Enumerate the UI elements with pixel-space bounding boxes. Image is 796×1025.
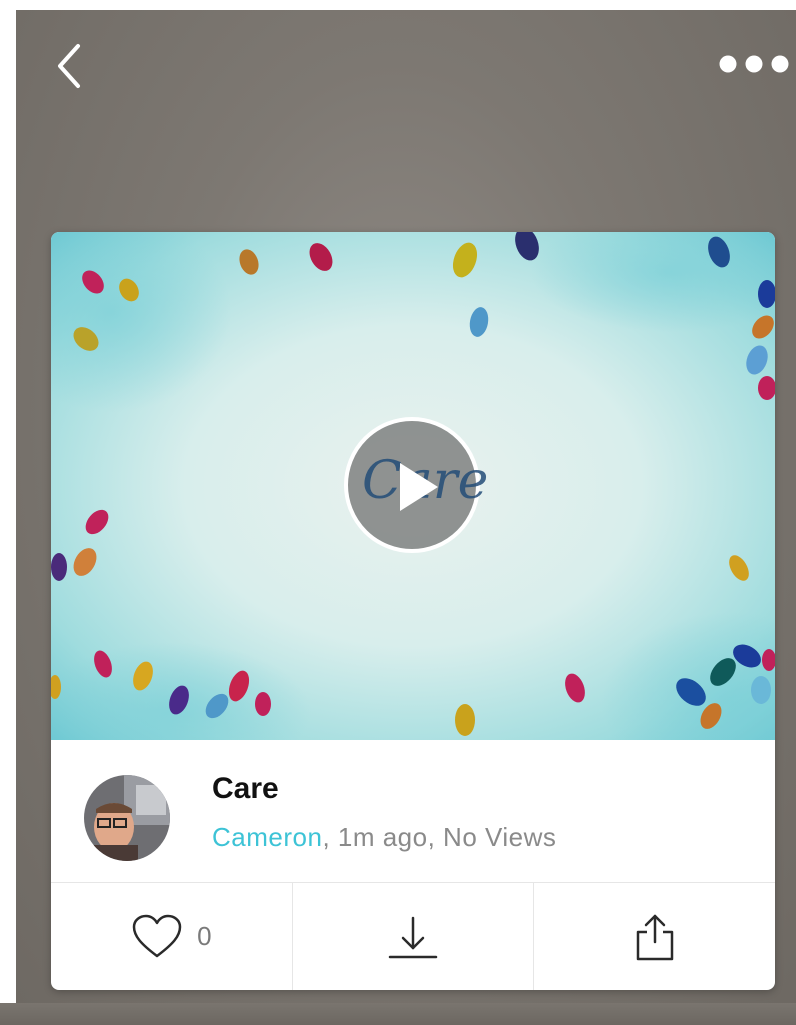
video-thumbnail[interactable]: Care — [51, 232, 775, 740]
download-icon — [388, 916, 438, 958]
video-title: Care — [212, 772, 279, 805]
left-edge — [0, 0, 16, 1025]
bottom-strip — [0, 1003, 796, 1025]
share-icon — [636, 914, 673, 960]
play-button[interactable]: Care — [344, 417, 488, 553]
share-button[interactable] — [533, 883, 775, 990]
video-meta-details: , 1m ago, No Views — [322, 822, 557, 852]
chevron-left-icon — [58, 44, 80, 88]
author-link[interactable]: Cameron — [212, 822, 322, 852]
video-info: Care Cameron, 1m ago, No Views — [51, 740, 775, 883]
download-button[interactable] — [291, 883, 534, 990]
play-icon — [400, 463, 438, 511]
screen: Care Care Cameron, 1m ago, No Views 0 — [0, 0, 796, 1025]
more-options-button[interactable] — [712, 48, 796, 80]
heart-icon — [132, 914, 182, 957]
video-meta: Cameron, 1m ago, No Views — [212, 822, 556, 853]
status-strip — [0, 0, 796, 10]
avatar[interactable] — [84, 775, 170, 861]
action-bar: 0 — [51, 883, 775, 990]
ellipsis-icon — [719, 55, 789, 73]
back-button[interactable] — [48, 36, 94, 96]
like-button[interactable]: 0 — [51, 883, 292, 990]
like-count: 0 — [197, 921, 212, 951]
video-card: Care Care Cameron, 1m ago, No Views 0 — [51, 232, 775, 990]
avatar-photo — [84, 775, 170, 861]
